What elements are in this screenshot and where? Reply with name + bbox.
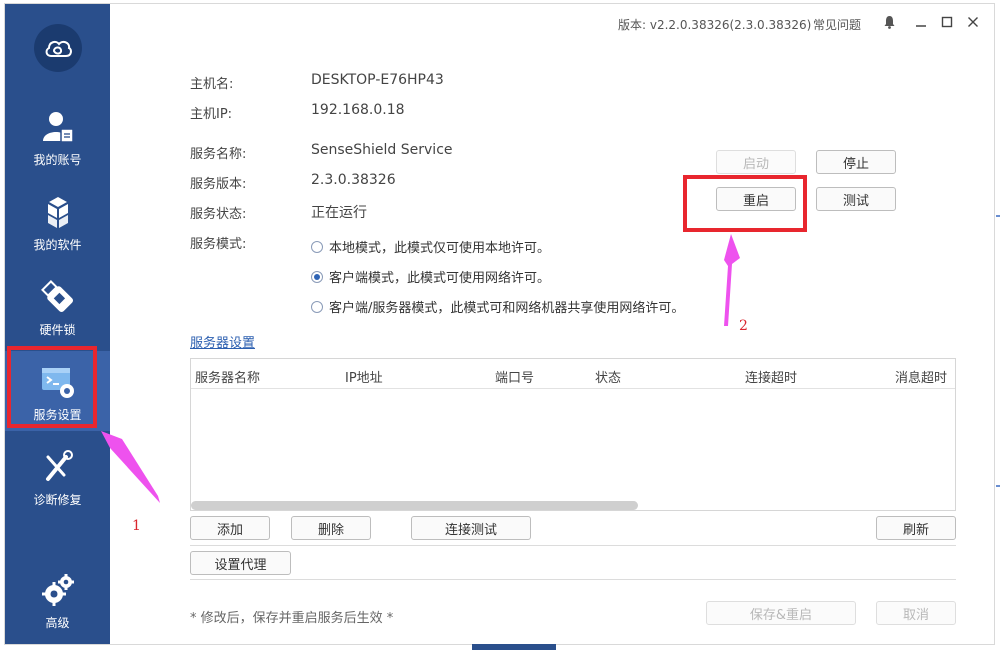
sidebar-item-label: 我的账号 bbox=[33, 153, 82, 167]
horizontal-scrollbar[interactable] bbox=[191, 501, 638, 510]
service-status-label: 服务状态: bbox=[190, 207, 247, 222]
mode-label: 本地模式，此模式仅可使用本地许可。 bbox=[329, 241, 551, 256]
test-button[interactable]: 测试 bbox=[816, 187, 896, 211]
sidebar: 我的账号 我的软件 硬件锁 服务设置 诊断修复 高级 bbox=[5, 4, 110, 644]
maximize-icon[interactable] bbox=[940, 15, 954, 29]
sidebar-item-label: 我的软件 bbox=[33, 238, 82, 252]
service-mode-label: 服务模式: bbox=[190, 237, 247, 252]
repair-tools-icon bbox=[40, 449, 76, 485]
version-label: 版本: v2.2.0.38326(2.3.0.38326) bbox=[618, 18, 812, 32]
usb-dongle-icon bbox=[40, 279, 76, 315]
close-icon[interactable] bbox=[966, 15, 980, 29]
divider bbox=[190, 545, 956, 546]
host-ip-label: 主机IP: bbox=[190, 107, 233, 122]
column-header[interactable]: 连接超时 bbox=[745, 367, 797, 386]
mode-radio-client-server[interactable]: 客户端/服务器模式，此模式可和网络机器共享使用网络许可。 bbox=[311, 297, 684, 316]
connect-test-button[interactable]: 连接测试 bbox=[411, 516, 531, 540]
column-header[interactable]: 服务器名称 bbox=[195, 367, 260, 386]
background-mark bbox=[996, 215, 1000, 217]
start-button[interactable]: 启动 bbox=[716, 150, 796, 174]
footer-note: * 修改后，保存并重启服务后生效 * bbox=[190, 611, 394, 626]
minimize-icon[interactable] bbox=[914, 15, 928, 29]
annotation-highlight-sidebar bbox=[7, 346, 97, 428]
column-header[interactable]: 端口号 bbox=[495, 367, 534, 386]
sidebar-item-my-account[interactable]: 我的账号 bbox=[5, 96, 110, 176]
sidebar-item-label: 硬件锁 bbox=[39, 323, 76, 337]
annotation-label-2: 2 bbox=[739, 318, 748, 334]
host-name-value: DESKTOP-E76HP43 bbox=[311, 72, 444, 88]
app-window: 我的账号 我的软件 硬件锁 服务设置 诊断修复 高级 版本: v2.2.0.38… bbox=[4, 3, 995, 645]
add-button[interactable]: 添加 bbox=[190, 516, 270, 540]
sidebar-item-hardware-lock[interactable]: 硬件锁 bbox=[5, 266, 110, 346]
table-header: 服务器名称 IP地址 端口号 状态 连接超时 消息超时 bbox=[191, 359, 955, 389]
annotation-label-1: 1 bbox=[132, 518, 141, 534]
cancel-button[interactable]: 取消 bbox=[876, 601, 956, 625]
stop-button[interactable]: 停止 bbox=[816, 150, 896, 174]
cloud-logo-icon bbox=[34, 24, 82, 72]
sidebar-item-my-software[interactable]: 我的软件 bbox=[5, 181, 110, 261]
save-restart-button[interactable]: 保存&重启 bbox=[706, 601, 856, 625]
server-table: 服务器名称 IP地址 端口号 状态 连接超时 消息超时 bbox=[190, 358, 956, 511]
background-mark bbox=[996, 485, 1000, 487]
cubes-icon bbox=[40, 194, 76, 230]
service-name-value: SenseShield Service bbox=[311, 142, 453, 158]
sidebar-item-label: 高级 bbox=[45, 616, 70, 630]
divider bbox=[190, 579, 956, 580]
host-ip-value: 192.168.0.18 bbox=[311, 102, 405, 118]
mode-label: 客户端模式，此模式可使用网络许可。 bbox=[329, 271, 551, 286]
faq-link[interactable]: 常见问题 bbox=[813, 16, 861, 33]
mode-radio-local[interactable]: 本地模式，此模式仅可使用本地许可。 bbox=[311, 237, 550, 256]
background-edge bbox=[995, 0, 1000, 650]
annotation-highlight-restart bbox=[683, 175, 807, 232]
radio-button[interactable] bbox=[311, 240, 323, 253]
host-name-label: 主机名: bbox=[190, 77, 234, 92]
server-settings-link[interactable]: 服务器设置 bbox=[190, 332, 255, 351]
service-status-value: 正在运行 bbox=[311, 205, 367, 221]
column-header[interactable]: 状态 bbox=[595, 367, 621, 386]
mode-radio-client[interactable]: 客户端模式，此模式可使用网络许可。 bbox=[311, 267, 550, 286]
proxy-settings-button[interactable]: 设置代理 bbox=[190, 551, 291, 575]
service-name-label: 服务名称: bbox=[190, 147, 247, 162]
service-version-label: 服务版本: bbox=[190, 177, 247, 192]
column-header[interactable]: 消息超时 bbox=[895, 367, 947, 386]
sidebar-item-advanced[interactable]: 高级 bbox=[5, 559, 110, 639]
radio-button[interactable] bbox=[311, 300, 323, 313]
title-bar: 版本: v2.2.0.38326(2.3.0.38326) 常见问题 bbox=[110, 4, 994, 42]
refresh-button[interactable]: 刷新 bbox=[876, 516, 956, 540]
bell-icon[interactable] bbox=[882, 15, 896, 29]
gears-icon bbox=[40, 572, 76, 608]
mode-label: 客户端/服务器模式，此模式可和网络机器共享使用网络许可。 bbox=[329, 301, 685, 316]
delete-button[interactable]: 删除 bbox=[291, 516, 371, 540]
sidebar-item-label: 诊断修复 bbox=[33, 493, 82, 507]
radio-button-selected[interactable] bbox=[311, 270, 323, 283]
column-header[interactable]: IP地址 bbox=[345, 367, 383, 386]
background-taskbar-strip bbox=[472, 644, 556, 650]
service-version-value: 2.3.0.38326 bbox=[311, 172, 396, 188]
sidebar-item-diagnose-repair[interactable]: 诊断修复 bbox=[5, 436, 110, 516]
user-account-icon bbox=[40, 109, 76, 145]
